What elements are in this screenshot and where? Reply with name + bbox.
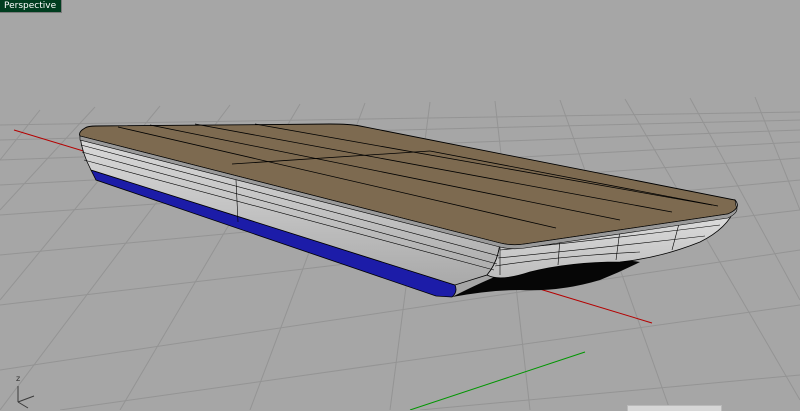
y-axis-line xyxy=(409,351,586,410)
viewport-status-box xyxy=(627,405,722,411)
scene xyxy=(0,96,800,410)
viewport-title[interactable]: Perspective xyxy=(0,0,63,13)
perspective-viewport[interactable]: Perspective z xyxy=(0,0,800,411)
axis-triad-icon xyxy=(17,386,35,409)
